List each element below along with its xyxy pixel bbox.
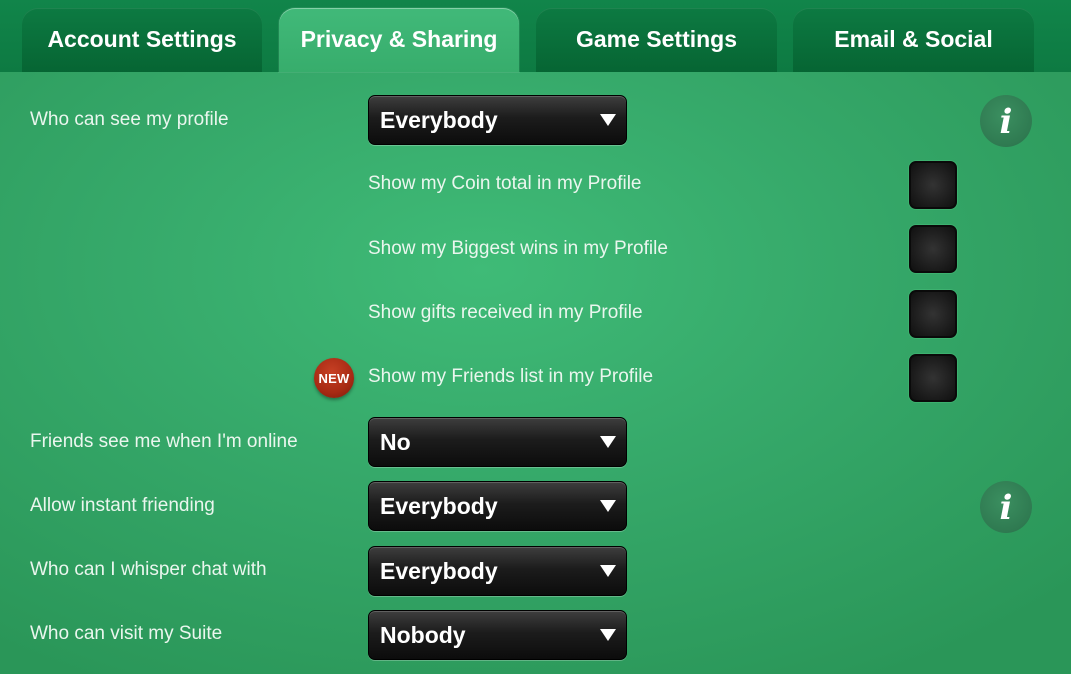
tab-game-settings[interactable]: Game Settings (536, 8, 777, 72)
whisper-chat-label: Who can I whisper chat with (30, 559, 267, 580)
instant-friending-dropdown[interactable]: Everybody (368, 481, 627, 531)
dropdown-arrow-icon (600, 436, 616, 448)
dropdown-arrow-icon (600, 114, 616, 126)
whisper-chat-dropdown[interactable]: Everybody (368, 546, 627, 596)
option-coin-total-label: Show my Coin total in my Profile (368, 173, 642, 194)
profile-visibility-label: Who can see my profile (30, 109, 229, 130)
option-friends-list-label: Show my Friends list in my Profile (368, 366, 654, 387)
online-visibility-dropdown[interactable]: No (368, 417, 627, 467)
option-biggest-wins-checkbox[interactable] (909, 225, 957, 273)
tab-privacy-sharing[interactable]: Privacy & Sharing (279, 8, 519, 72)
option-coin-total-checkbox[interactable] (909, 161, 957, 209)
option-gifts-received-label: Show gifts received in my Profile (368, 302, 643, 323)
new-badge: NEW (314, 358, 354, 398)
online-visibility-label: Friends see me when I'm online (30, 431, 298, 452)
dropdown-value: Everybody (380, 557, 498, 584)
option-friends-list-checkbox[interactable] (909, 354, 957, 402)
tab-email-social[interactable]: Email & Social (793, 8, 1034, 72)
suite-visit-label: Who can visit my Suite (30, 623, 223, 644)
dropdown-arrow-icon (600, 500, 616, 512)
info-glyph: i (999, 102, 1013, 142)
info-glyph: i (999, 488, 1013, 528)
dropdown-value: Everybody (380, 106, 498, 133)
settings-tabbar: Account Settings Privacy & Sharing Game … (0, 0, 1071, 72)
dropdown-value: Nobody (380, 621, 466, 648)
dropdown-arrow-icon (600, 629, 616, 641)
dropdown-value: No (380, 428, 411, 455)
option-gifts-received-checkbox[interactable] (909, 290, 957, 338)
tab-account-settings[interactable]: Account Settings (22, 8, 262, 72)
info-icon[interactable]: i (980, 95, 1032, 147)
suite-visit-dropdown[interactable]: Nobody (368, 610, 627, 660)
dropdown-arrow-icon (600, 565, 616, 577)
option-biggest-wins-label: Show my Biggest wins in my Profile (368, 238, 668, 259)
profile-visibility-dropdown[interactable]: Everybody (368, 95, 627, 145)
dropdown-value: Everybody (380, 492, 498, 519)
instant-friending-label: Allow instant friending (30, 495, 215, 516)
info-icon[interactable]: i (980, 481, 1032, 533)
